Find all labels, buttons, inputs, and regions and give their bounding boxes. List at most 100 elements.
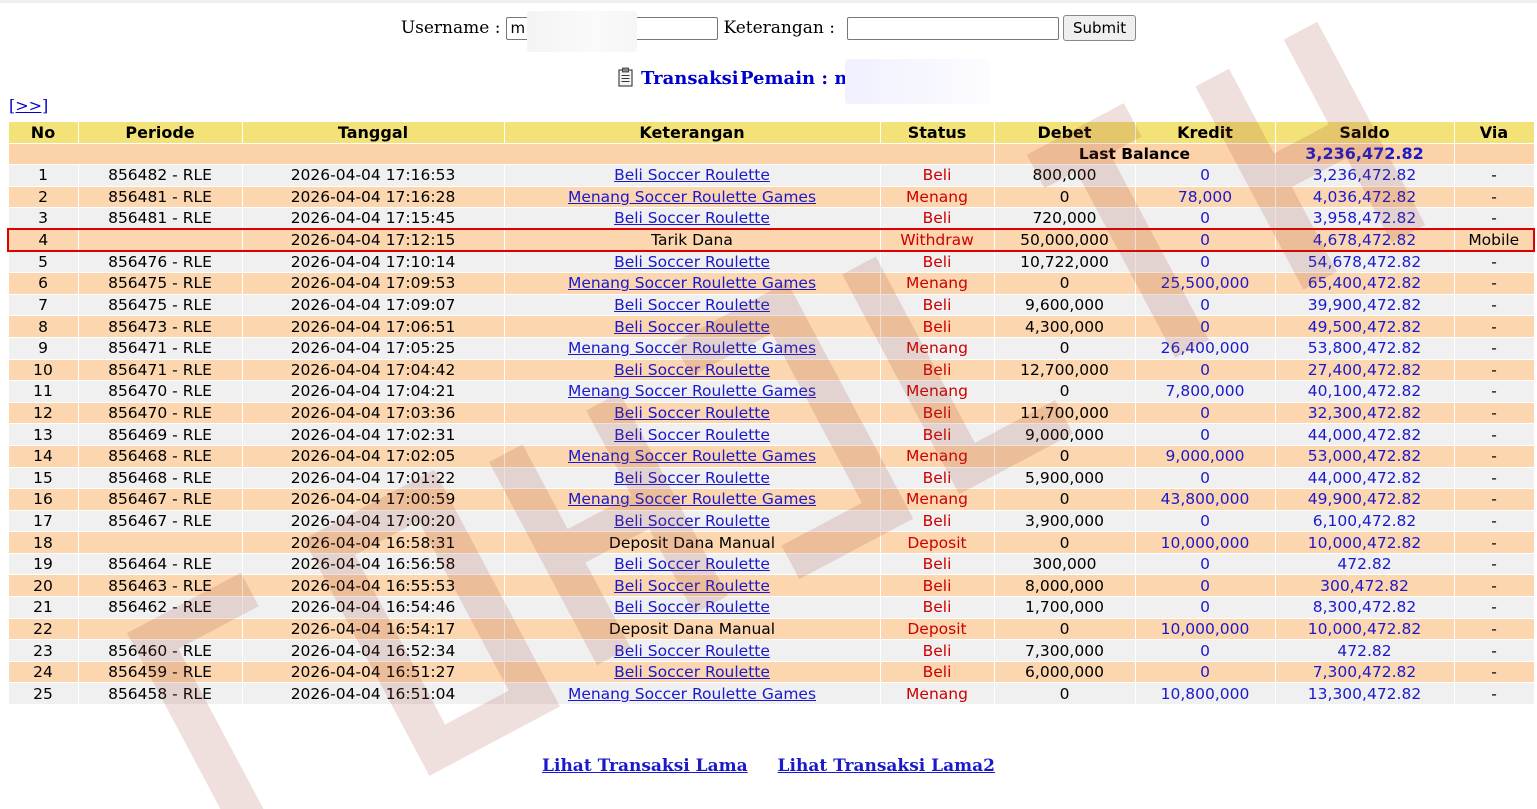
table-row: 4 2026-04-04 17:12:15 Tarik Dana Withdraw 50… [7, 228, 1535, 253]
cell-status: Beli [879, 401, 995, 425]
cell-kredit: 0 [1134, 228, 1276, 253]
cell-no: 14 [7, 444, 79, 468]
keterangan-link[interactable]: Menang Soccer Roulette Games [568, 447, 816, 465]
cell-debet: 720,000 [993, 207, 1136, 230]
search-form: Username : Keterangan : Submit [0, 13, 1537, 43]
cell-keterangan: Beli Soccer Roulette [503, 639, 881, 662]
cell-via: - [1453, 509, 1535, 533]
header-no: No [7, 121, 79, 144]
cell-debet: 7,300,000 [993, 639, 1136, 662]
cell-no: 4 [7, 228, 79, 253]
keterangan-link[interactable]: Beli Soccer Roulette [614, 512, 770, 530]
old-transactions-link-2[interactable]: Lihat Transaksi Lama2 [778, 756, 995, 776]
cell-debet: 0 [993, 380, 1136, 403]
keterangan-input[interactable] [846, 16, 1059, 40]
cell-no: 19 [7, 552, 79, 576]
cell-tanggal: 2026-04-04 17:01:22 [241, 466, 505, 490]
keterangan-link[interactable]: Menang Soccer Roulette Games [568, 382, 816, 400]
cell-saldo: 6,100,472.82 [1274, 509, 1455, 533]
cell-debet: 9,000,000 [993, 423, 1136, 446]
keterangan-link[interactable]: Menang Soccer Roulette Games [568, 490, 816, 508]
keterangan-link[interactable]: Beli Soccer Roulette [614, 642, 770, 660]
keterangan-link[interactable]: Beli Soccer Roulette [614, 598, 770, 616]
cell-status: Menang [879, 488, 995, 511]
next-page-link[interactable]: [>>] [9, 96, 48, 115]
keterangan-link[interactable]: Beli Soccer Roulette [614, 361, 770, 379]
table-row: 7 856475 - RLE 2026-04-04 17:09:07 Beli Soc… [7, 293, 1535, 317]
cell-via: - [1453, 185, 1535, 209]
cell-saldo: 32,300,472.82 [1274, 401, 1455, 425]
cell-saldo: 49,900,472.82 [1274, 488, 1455, 511]
cell-status: Beli [879, 509, 995, 533]
cell-tanggal: 2026-04-04 17:02:31 [241, 423, 505, 446]
keterangan-link[interactable]: Beli Soccer Roulette [614, 318, 770, 336]
keterangan-link[interactable]: Beli Soccer Roulette [614, 469, 770, 487]
cell-periode: 856462 - RLE [77, 596, 243, 619]
cell-via: - [1453, 488, 1535, 511]
keterangan-link[interactable]: Beli Soccer Roulette [614, 663, 770, 681]
cell-debet: 300,000 [993, 552, 1136, 576]
cell-no: 18 [7, 531, 79, 554]
keterangan-link[interactable]: Beli Soccer Roulette [614, 577, 770, 595]
keterangan-link[interactable]: Menang Soccer Roulette Games [568, 685, 816, 703]
cell-no: 22 [7, 617, 79, 641]
keterangan-link[interactable]: Menang Soccer Roulette Games [568, 188, 816, 206]
old-transactions-link[interactable]: Lihat Transaksi Lama [542, 756, 748, 776]
cell-saldo: 53,800,472.82 [1274, 336, 1455, 360]
cell-status: Deposit [879, 531, 995, 554]
cell-keterangan: Beli Soccer Roulette [503, 250, 881, 274]
cell-periode: 856470 - RLE [77, 401, 243, 425]
cell-kredit: 10,000,000 [1134, 531, 1276, 554]
cell-no: 8 [7, 315, 79, 338]
cell-status: Beli [879, 293, 995, 317]
cell-saldo: 44,000,472.82 [1274, 423, 1455, 446]
keterangan-link[interactable]: Beli Soccer Roulette [614, 426, 770, 444]
header-status: Status [879, 121, 995, 144]
cell-periode: 856468 - RLE [77, 466, 243, 490]
cell-tanggal: 2026-04-04 17:00:59 [241, 488, 505, 511]
cell-status: Beli [879, 315, 995, 338]
cell-kredit: 0 [1134, 423, 1276, 446]
cell-no: 21 [7, 596, 79, 619]
cell-periode: 856471 - RLE [77, 358, 243, 382]
keterangan-label: Keterangan : [723, 18, 835, 38]
last-balance-spacer [7, 142, 995, 166]
cell-tanggal: 2026-04-04 16:52:34 [241, 639, 505, 662]
table-row: 5 856476 - RLE 2026-04-04 17:10:14 Beli Soc… [7, 250, 1535, 274]
cell-saldo: 10,000,472.82 [1274, 531, 1455, 554]
cell-status: Deposit [879, 617, 995, 641]
cell-kredit: 0 [1134, 466, 1276, 490]
cell-status: Beli [879, 423, 995, 446]
cell-periode: 856459 - RLE [77, 660, 243, 684]
cell-no: 1 [7, 164, 79, 187]
keterangan-link[interactable]: Beli Soccer Roulette [614, 209, 770, 227]
cell-tanggal: 2026-04-04 17:09:07 [241, 293, 505, 317]
cell-status: Beli [879, 596, 995, 619]
submit-button[interactable]: Submit [1062, 15, 1137, 41]
cell-via: - [1453, 315, 1535, 338]
cell-via: Mobile [1453, 228, 1535, 253]
cell-no: 5 [7, 250, 79, 274]
cell-keterangan: Beli Soccer Roulette [503, 660, 881, 684]
keterangan-link[interactable]: Beli Soccer Roulette [614, 166, 770, 184]
table-row: 24 856459 - RLE 2026-04-04 16:51:27 Beli So… [7, 660, 1535, 684]
cell-debet: 12,700,000 [993, 358, 1136, 382]
cell-periode: 856475 - RLE [77, 272, 243, 295]
cell-via: - [1453, 617, 1535, 641]
header-via: Via [1453, 121, 1535, 144]
cell-kredit: 10,800,000 [1134, 682, 1276, 706]
keterangan-link[interactable]: Menang Soccer Roulette Games [568, 339, 816, 357]
cell-keterangan: Beli Soccer Roulette [503, 552, 881, 576]
keterangan-link[interactable]: Beli Soccer Roulette [614, 404, 770, 422]
cell-via: - [1453, 207, 1535, 230]
cell-tanggal: 2026-04-04 17:16:28 [241, 185, 505, 209]
cell-via: - [1453, 401, 1535, 425]
cell-tanggal: 2026-04-04 17:09:53 [241, 272, 505, 295]
keterangan-link[interactable]: Beli Soccer Roulette [614, 253, 770, 271]
keterangan-link[interactable]: Beli Soccer Roulette [614, 296, 770, 314]
table-row: 3 856481 - RLE 2026-04-04 17:15:45 Beli Soc… [7, 207, 1535, 230]
cell-tanggal: 2026-04-04 17:10:14 [241, 250, 505, 274]
keterangan-link[interactable]: Beli Soccer Roulette [614, 555, 770, 573]
cell-via: - [1453, 423, 1535, 446]
keterangan-link[interactable]: Menang Soccer Roulette Games [568, 274, 816, 292]
